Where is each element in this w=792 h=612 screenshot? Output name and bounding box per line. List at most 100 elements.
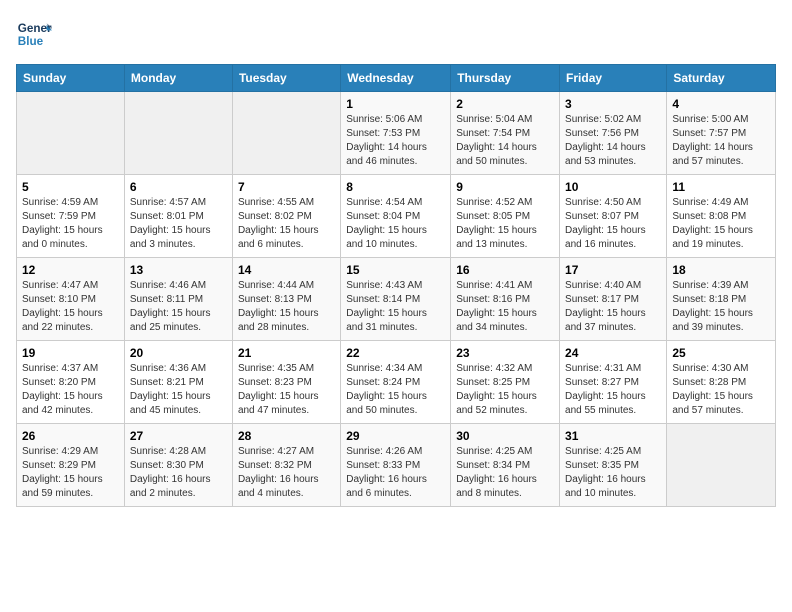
- sunrise-text: Sunrise: 4:35 AM: [238, 362, 335, 376]
- day-info: Sunrise: 4:43 AMSunset: 8:14 PMDaylight:…: [346, 279, 445, 335]
- day-number: 15: [346, 263, 445, 277]
- calendar-cell: 21Sunrise: 4:35 AMSunset: 8:23 PMDayligh…: [232, 341, 340, 424]
- daylight-text: Daylight: 15 hours and 57 minutes.: [672, 390, 770, 418]
- sunset-text: Sunset: 8:25 PM: [456, 376, 554, 390]
- daylight-text: Daylight: 15 hours and 47 minutes.: [238, 390, 335, 418]
- sunset-text: Sunset: 8:29 PM: [22, 459, 119, 473]
- calendar-cell: 26Sunrise: 4:29 AMSunset: 8:29 PMDayligh…: [17, 424, 125, 507]
- sunrise-text: Sunrise: 4:47 AM: [22, 279, 119, 293]
- calendar-cell: [667, 424, 776, 507]
- calendar-week-4: 19Sunrise: 4:37 AMSunset: 8:20 PMDayligh…: [17, 341, 776, 424]
- sunset-text: Sunset: 8:16 PM: [456, 293, 554, 307]
- sunrise-text: Sunrise: 4:59 AM: [22, 196, 119, 210]
- day-info: Sunrise: 4:32 AMSunset: 8:25 PMDaylight:…: [456, 362, 554, 418]
- sunrise-text: Sunrise: 4:40 AM: [565, 279, 661, 293]
- daylight-text: Daylight: 16 hours and 2 minutes.: [130, 473, 227, 501]
- sunset-text: Sunset: 8:20 PM: [22, 376, 119, 390]
- calendar-cell: [17, 92, 125, 175]
- sunrise-text: Sunrise: 4:46 AM: [130, 279, 227, 293]
- sunset-text: Sunset: 8:02 PM: [238, 210, 335, 224]
- sunset-text: Sunset: 8:01 PM: [130, 210, 227, 224]
- sunrise-text: Sunrise: 4:30 AM: [672, 362, 770, 376]
- sunrise-text: Sunrise: 4:25 AM: [456, 445, 554, 459]
- day-info: Sunrise: 4:28 AMSunset: 8:30 PMDaylight:…: [130, 445, 227, 501]
- day-number: 17: [565, 263, 661, 277]
- sunrise-text: Sunrise: 4:44 AM: [238, 279, 335, 293]
- sunset-text: Sunset: 8:30 PM: [130, 459, 227, 473]
- daylight-text: Daylight: 16 hours and 10 minutes.: [565, 473, 661, 501]
- calendar-cell: 8 Sunrise: 4:54 AMSunset: 8:04 PMDaylight…: [341, 175, 451, 258]
- daylight-text: Daylight: 15 hours and 34 minutes.: [456, 307, 554, 335]
- daylight-text: Daylight: 15 hours and 22 minutes.: [22, 307, 119, 335]
- day-number: 8: [346, 180, 445, 194]
- calendar-cell: 27 Sunrise: 4:28 AMSunset: 8:30 PMDayligh…: [124, 424, 232, 507]
- day-info: Sunrise: 4:40 AMSunset: 8:17 PMDaylight:…: [565, 279, 661, 335]
- daylight-text: Daylight: 15 hours and 28 minutes.: [238, 307, 335, 335]
- calendar-week-5: 26Sunrise: 4:29 AMSunset: 8:29 PMDayligh…: [17, 424, 776, 507]
- calendar-cell: 2Sunrise: 5:04 AMSunset: 7:54 PMDaylight…: [451, 92, 560, 175]
- calendar-cell: 3Sunrise: 5:02 AMSunset: 7:56 PMDaylight…: [560, 92, 667, 175]
- sunrise-text: Sunrise: 4:49 AM: [672, 196, 770, 210]
- sunset-text: Sunset: 7:59 PM: [22, 210, 119, 224]
- day-info: Sunrise: 4:37 AMSunset: 8:20 PMDaylight:…: [22, 362, 119, 418]
- day-number: 14: [238, 263, 335, 277]
- sunrise-text: Sunrise: 4:55 AM: [238, 196, 335, 210]
- weekday-header-row: SundayMondayTuesdayWednesdayThursdayFrid…: [17, 65, 776, 92]
- calendar-cell: 7 Sunrise: 4:55 AMSunset: 8:02 PMDaylight…: [232, 175, 340, 258]
- day-info: Sunrise: 4:47 AMSunset: 8:10 PMDaylight:…: [22, 279, 119, 335]
- day-info: Sunrise: 4:29 AMSunset: 8:29 PMDaylight:…: [22, 445, 119, 501]
- daylight-text: Daylight: 15 hours and 50 minutes.: [346, 390, 445, 418]
- day-info: Sunrise: 4:46 AMSunset: 8:11 PMDaylight:…: [130, 279, 227, 335]
- daylight-text: Daylight: 14 hours and 46 minutes.: [346, 141, 445, 169]
- daylight-text: Daylight: 15 hours and 45 minutes.: [130, 390, 227, 418]
- daylight-text: Daylight: 15 hours and 10 minutes.: [346, 224, 445, 252]
- day-number: 1: [346, 97, 445, 111]
- calendar-cell: 17 Sunrise: 4:40 AMSunset: 8:17 PMDayligh…: [560, 258, 667, 341]
- sunset-text: Sunset: 8:23 PM: [238, 376, 335, 390]
- sunset-text: Sunset: 8:33 PM: [346, 459, 445, 473]
- day-info: Sunrise: 4:59 AMSunset: 7:59 PMDaylight:…: [22, 196, 119, 252]
- calendar-week-2: 5Sunrise: 4:59 AMSunset: 7:59 PMDaylight…: [17, 175, 776, 258]
- sunset-text: Sunset: 8:28 PM: [672, 376, 770, 390]
- day-number: 25: [672, 346, 770, 360]
- calendar-cell: 22Sunrise: 4:34 AMSunset: 8:24 PMDayligh…: [341, 341, 451, 424]
- weekday-header-friday: Friday: [560, 65, 667, 92]
- sunset-text: Sunset: 7:53 PM: [346, 127, 445, 141]
- day-number: 4: [672, 97, 770, 111]
- sunset-text: Sunset: 8:18 PM: [672, 293, 770, 307]
- daylight-text: Daylight: 15 hours and 25 minutes.: [130, 307, 227, 335]
- sunrise-text: Sunrise: 4:57 AM: [130, 196, 227, 210]
- daylight-text: Daylight: 15 hours and 37 minutes.: [565, 307, 661, 335]
- daylight-text: Daylight: 15 hours and 6 minutes.: [238, 224, 335, 252]
- sunrise-text: Sunrise: 4:28 AM: [130, 445, 227, 459]
- sunset-text: Sunset: 8:11 PM: [130, 293, 227, 307]
- day-info: Sunrise: 5:06 AMSunset: 7:53 PMDaylight:…: [346, 113, 445, 169]
- day-info: Sunrise: 4:49 AMSunset: 8:08 PMDaylight:…: [672, 196, 770, 252]
- page-header: General Blue: [16, 16, 776, 52]
- daylight-text: Daylight: 14 hours and 50 minutes.: [456, 141, 554, 169]
- day-info: Sunrise: 4:44 AMSunset: 8:13 PMDaylight:…: [238, 279, 335, 335]
- daylight-text: Daylight: 15 hours and 3 minutes.: [130, 224, 227, 252]
- day-number: 16: [456, 263, 554, 277]
- day-number: 24: [565, 346, 661, 360]
- weekday-header-thursday: Thursday: [451, 65, 560, 92]
- sunrise-text: Sunrise: 4:54 AM: [346, 196, 445, 210]
- sunrise-text: Sunrise: 4:37 AM: [22, 362, 119, 376]
- day-info: Sunrise: 4:50 AMSunset: 8:07 PMDaylight:…: [565, 196, 661, 252]
- weekday-header-sunday: Sunday: [17, 65, 125, 92]
- day-info: Sunrise: 4:25 AMSunset: 8:35 PMDaylight:…: [565, 445, 661, 501]
- day-number: 23: [456, 346, 554, 360]
- sunrise-text: Sunrise: 4:34 AM: [346, 362, 445, 376]
- sunrise-text: Sunrise: 4:52 AM: [456, 196, 554, 210]
- daylight-text: Daylight: 15 hours and 0 minutes.: [22, 224, 119, 252]
- day-number: 7: [238, 180, 335, 194]
- sunrise-text: Sunrise: 4:36 AM: [130, 362, 227, 376]
- daylight-text: Daylight: 15 hours and 42 minutes.: [22, 390, 119, 418]
- sunset-text: Sunset: 8:10 PM: [22, 293, 119, 307]
- sunset-text: Sunset: 8:04 PM: [346, 210, 445, 224]
- logo: General Blue: [16, 16, 56, 52]
- day-number: 31: [565, 429, 661, 443]
- day-number: 27: [130, 429, 227, 443]
- day-number: 12: [22, 263, 119, 277]
- sunset-text: Sunset: 8:05 PM: [456, 210, 554, 224]
